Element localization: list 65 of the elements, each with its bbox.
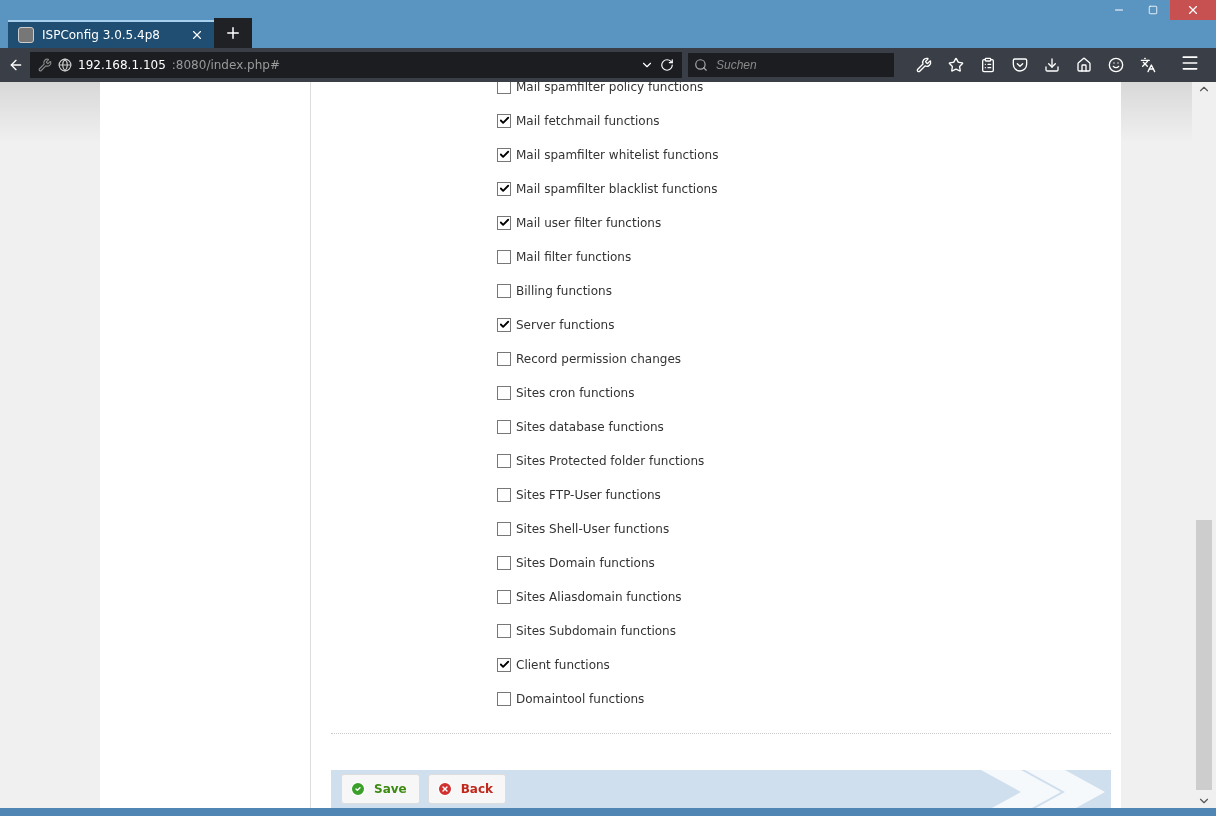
site-icon (18, 27, 34, 43)
checkbox-label: Sites Protected folder functions (516, 453, 705, 468)
reload-icon (660, 58, 674, 72)
checkbox[interactable] (497, 181, 511, 196)
checkbox[interactable] (497, 691, 511, 706)
download-icon[interactable] (1044, 57, 1060, 73)
checkbox[interactable] (497, 623, 511, 638)
checkbox-label: Sites database functions (516, 419, 664, 434)
home-icon[interactable] (1076, 57, 1092, 73)
checkbox[interactable] (497, 249, 511, 264)
check-icon (350, 781, 366, 797)
checkbox[interactable] (497, 555, 511, 570)
checkbox-label: Sites FTP-User functions (516, 487, 661, 502)
checkbox[interactable] (497, 419, 511, 434)
save-button[interactable]: Save (341, 774, 420, 804)
checkbox[interactable] (497, 657, 511, 672)
checkbox[interactable] (497, 351, 511, 366)
checkbox-label: Domaintool functions (516, 691, 645, 706)
checkbox-label: Mail user filter functions (516, 215, 662, 230)
scrollbar-thumb[interactable] (1196, 520, 1212, 790)
checkbox-label: Server functions (516, 317, 615, 332)
checkbox[interactable] (497, 283, 511, 298)
browser-tab[interactable]: ISPConfig 3.0.5.4p8 (8, 20, 214, 48)
checkbox-label: Sites Subdomain functions (516, 623, 676, 638)
checkbox[interactable] (497, 82, 511, 94)
plus-icon (224, 24, 242, 42)
checkbox[interactable] (497, 453, 511, 468)
checkbox[interactable] (497, 521, 511, 536)
checkbox-label: Sites cron functions (516, 385, 635, 400)
search-icon (694, 58, 708, 72)
cross-icon (436, 781, 453, 797)
search-field[interactable]: Suchen (714, 57, 888, 73)
checkbox-label: Sites Domain functions (516, 555, 655, 570)
checkbox-label: Client functions (516, 657, 610, 672)
checkbox-label: Sites Aliasdomain functions (516, 589, 682, 604)
checkbox-label: Record permission changes (516, 351, 682, 366)
close-tab-icon[interactable] (190, 28, 204, 42)
maximize-icon (1148, 5, 1158, 15)
checkbox[interactable] (497, 113, 511, 128)
smiley-icon[interactable] (1108, 57, 1124, 73)
checkbox-label: Billing functions (516, 283, 612, 298)
checkbox[interactable] (497, 215, 511, 230)
checkbox[interactable] (497, 487, 511, 502)
new-tab-button[interactable] (214, 18, 252, 48)
checkbox[interactable] (497, 385, 511, 400)
checkbox-label: Mail spamfilter blacklist functions (516, 181, 718, 196)
checkbox[interactable] (497, 589, 511, 604)
clipboard-icon[interactable] (980, 57, 996, 73)
checkbox-label: Sites Shell-User functions (516, 521, 670, 536)
checkbox-label: Mail spamfilter whitelist functions (516, 147, 719, 162)
star-icon[interactable] (948, 57, 964, 73)
menu-icon[interactable] (1180, 53, 1200, 73)
back-button[interactable]: Back (427, 774, 507, 804)
checkbox-label: Mail fetchmail functions (516, 113, 660, 128)
wrench-icon (38, 58, 52, 72)
checkbox[interactable] (497, 317, 511, 332)
address-field[interactable]: 192.168.1.105 :8080/index.php# (30, 52, 682, 78)
checkbox[interactable] (497, 147, 511, 162)
checkbox-label: Mail filter functions (516, 249, 632, 264)
search-box[interactable]: Suchen (688, 53, 894, 77)
pocket-icon[interactable] (1012, 57, 1028, 73)
checkbox-label: Mail spamfilter policy functions (516, 82, 704, 94)
close-icon (1186, 3, 1200, 17)
wrench-icon[interactable] (916, 57, 932, 73)
back-icon[interactable] (8, 57, 24, 73)
